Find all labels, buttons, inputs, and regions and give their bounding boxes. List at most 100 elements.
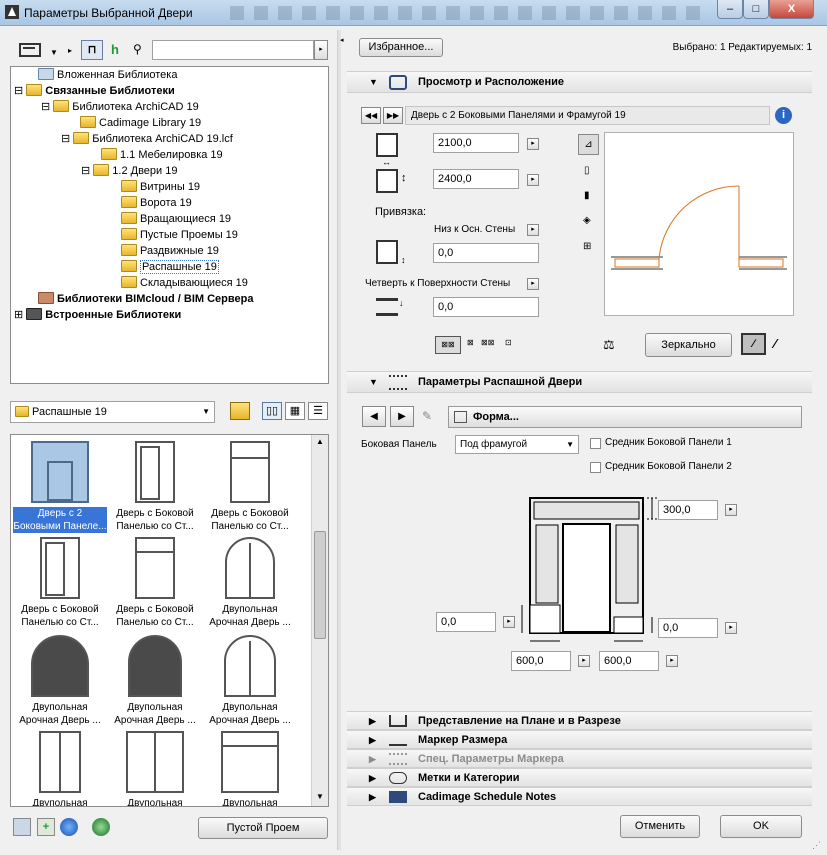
- front-view-icon[interactable]: ▯: [584, 165, 590, 176]
- 3d-view-icon[interactable]: ◈: [583, 215, 591, 226]
- search-icon[interactable]: ⚲: [133, 42, 142, 56]
- mirror-button[interactable]: Зеркально: [645, 333, 732, 357]
- height-arrow-button[interactable]: ▸: [527, 174, 539, 186]
- plan-view-icon[interactable]: ⊿: [578, 134, 599, 155]
- tree-item-doors[interactable]: ⊟ 1.2 Двери 19: [81, 163, 177, 179]
- grid-item[interactable]: Двупольная: [13, 731, 107, 806]
- tree-item-empty-openings[interactable]: Пустые Проемы 19: [121, 227, 238, 243]
- grid-item[interactable]: Двупольная Арочная Дверь ...: [13, 635, 107, 727]
- opening-side-icon-2[interactable]: ⊠: [467, 338, 474, 347]
- mullion2-checkbox[interactable]: [590, 462, 601, 473]
- section-marker-params-header[interactable]: ▶ Спец. Параметры Маркера: [347, 749, 812, 768]
- left-offset-arrow-button[interactable]: ▸: [503, 616, 515, 628]
- transom-height-input[interactable]: 300,0: [658, 500, 718, 520]
- scroll-up-icon[interactable]: ▲: [316, 437, 324, 446]
- prev-object-button[interactable]: ◀◀: [361, 107, 381, 124]
- shape-tab[interactable]: Форма...: [448, 406, 802, 428]
- transom-arrow-button[interactable]: ▸: [725, 504, 737, 516]
- left-panel-width-input[interactable]: 600,0: [511, 651, 571, 671]
- section-preview-header[interactable]: ▼ Просмотр и Расположение: [347, 71, 812, 93]
- width-arrow-button[interactable]: ▸: [527, 138, 539, 150]
- panel-divider[interactable]: [337, 30, 341, 850]
- add-library-icon[interactable]: +: [37, 818, 55, 836]
- reveal-input[interactable]: 0,0: [433, 297, 539, 317]
- close-button[interactable]: X: [769, 0, 814, 19]
- width-input[interactable]: 2100,0: [433, 133, 519, 153]
- left-offset-input[interactable]: 0,0: [436, 612, 496, 632]
- section-dimension-marker-header[interactable]: ▶ Маркер Размера: [347, 730, 812, 749]
- height-input[interactable]: 2400,0: [433, 169, 519, 189]
- section-labels-categories-header[interactable]: ▶ Метки и Категории: [347, 768, 812, 787]
- door-filter-icon[interactable]: ⊓: [81, 40, 103, 60]
- object-grid[interactable]: Дверь с 2 Боковыми Панеле... Дверь с Боко…: [10, 434, 329, 807]
- tree-item-linked[interactable]: ⊟ Связанные Библиотеки: [14, 83, 175, 99]
- opening-side-icon-1[interactable]: ⊠⊠: [435, 336, 461, 354]
- search-input[interactable]: [152, 40, 314, 60]
- tree-item-archicad[interactable]: ⊟ Библиотека ArchiCAD 19: [41, 99, 199, 115]
- grid-item[interactable]: Двупольная Арочная Дверь ...: [203, 537, 297, 629]
- grid-item[interactable]: Дверь с Боковой Панелью со Ст...: [13, 537, 107, 629]
- tree-item-sliding[interactable]: Раздвижные 19: [121, 243, 219, 259]
- grid-item[interactable]: Дверь с Боковой Панелью со Ст...: [108, 537, 202, 629]
- tree-item-showcases[interactable]: Витрины 19: [121, 179, 200, 195]
- mullion1-checkbox[interactable]: [590, 438, 601, 449]
- scroll-thumb[interactable]: [314, 531, 326, 639]
- side-panel-dropdown[interactable]: Под фрамугой ▼: [455, 435, 579, 454]
- reveal-option[interactable]: Четверть к Поверхности Стены: [365, 278, 510, 289]
- tree-item-gates[interactable]: Ворота 19: [121, 195, 192, 211]
- ok-button[interactable]: OK: [720, 815, 802, 838]
- grid-item[interactable]: Дверь с Боковой Панелью со Ст...: [108, 441, 202, 533]
- green-chair-icon[interactable]: h: [111, 42, 119, 57]
- favorites-button[interactable]: Избранное...: [359, 38, 443, 57]
- section-door-params-header[interactable]: ▼ Параметры Распашной Двери: [347, 371, 812, 393]
- right-offset-arrow-button[interactable]: ▸: [725, 622, 737, 634]
- anchor-option[interactable]: Низ к Осн. Стены: [434, 224, 515, 235]
- resize-grip-icon[interactable]: ⋰: [812, 840, 821, 851]
- tree-item-builtin[interactable]: ⊞ Встроенные Библиотеки: [14, 307, 181, 323]
- cancel-button[interactable]: Отменить: [620, 815, 700, 838]
- minimize-button[interactable]: –: [717, 0, 743, 19]
- list-view-icon[interactable]: ☰: [308, 402, 328, 420]
- opening-side-icon-4[interactable]: ⊡: [505, 338, 512, 347]
- right-panel-arrow-button[interactable]: ▸: [666, 655, 678, 667]
- maximize-button[interactable]: □: [743, 0, 769, 19]
- grid-item[interactable]: Двупольная: [203, 731, 297, 806]
- section-cadimage-notes-header[interactable]: ▶ Cadimage Schedule Notes: [347, 787, 812, 806]
- grid-item[interactable]: Двупольная Арочная Дверь ...: [203, 635, 297, 727]
- globe-icon[interactable]: [60, 818, 78, 836]
- opening-side-icon-3[interactable]: ⊠⊠: [481, 338, 494, 347]
- chevron-down-icon[interactable]: ▼: [50, 48, 58, 57]
- side-view-icon[interactable]: ▮: [584, 190, 590, 201]
- tree-item-cadimage[interactable]: Cadimage Library 19: [80, 115, 201, 131]
- tree-item-swing[interactable]: Распашные 19: [121, 259, 219, 275]
- small-icons-view-icon[interactable]: ▦: [285, 402, 305, 420]
- grid-item[interactable]: Двупольная Арочная Дверь ...: [108, 635, 202, 727]
- reveal-arrow-button[interactable]: ▸: [527, 278, 539, 290]
- anchor-arrow-button[interactable]: ▸: [527, 224, 539, 236]
- search-arrow-button[interactable]: ▸: [314, 40, 328, 60]
- empty-opening-button[interactable]: Пустой Проем: [198, 817, 328, 839]
- sill-input[interactable]: 0,0: [433, 243, 539, 263]
- large-icons-view-icon[interactable]: ▯▯: [262, 402, 282, 420]
- tree-item-lcf[interactable]: ⊟ Библиотека ArchiCAD 19.lcf: [61, 131, 233, 147]
- info-icon[interactable]: i: [775, 107, 792, 124]
- scrollbar[interactable]: ▲ ▼: [311, 435, 328, 806]
- right-panel-width-input[interactable]: 600,0: [599, 651, 659, 671]
- next-object-button[interactable]: ▶▶: [383, 107, 403, 124]
- tree-item-furniture[interactable]: 1.1 Мебелировка 19: [101, 147, 223, 163]
- library-manager-icon[interactable]: [13, 818, 31, 836]
- left-panel-arrow-button[interactable]: ▸: [578, 655, 590, 667]
- section-plan-section-header[interactable]: ▶ Представление на Плане и в Разрезе: [347, 711, 812, 730]
- folder-dropdown[interactable]: Распашные 19 ▼: [10, 401, 215, 423]
- prev-page-button[interactable]: ◀: [362, 406, 386, 427]
- tree-item-revolving[interactable]: Вращающиеся 19: [121, 211, 231, 227]
- view-mode-icon[interactable]: [19, 43, 41, 57]
- grid-item[interactable]: Дверь с 2 Боковыми Панеле...: [13, 441, 107, 533]
- scroll-down-icon[interactable]: ▼: [316, 792, 324, 801]
- grid-item[interactable]: Дверь с Боковой Панелью со Ст...: [203, 441, 297, 533]
- grid-item[interactable]: Двупольная: [108, 731, 202, 806]
- tree-item-embedded[interactable]: Вложенная Библиотека: [38, 67, 177, 83]
- upload-icon[interactable]: [92, 818, 110, 836]
- tree-item-bimcloud[interactable]: Библиотеки BIMcloud / BIM Сервера: [38, 291, 253, 307]
- right-offset-input[interactable]: 0,0: [658, 618, 718, 638]
